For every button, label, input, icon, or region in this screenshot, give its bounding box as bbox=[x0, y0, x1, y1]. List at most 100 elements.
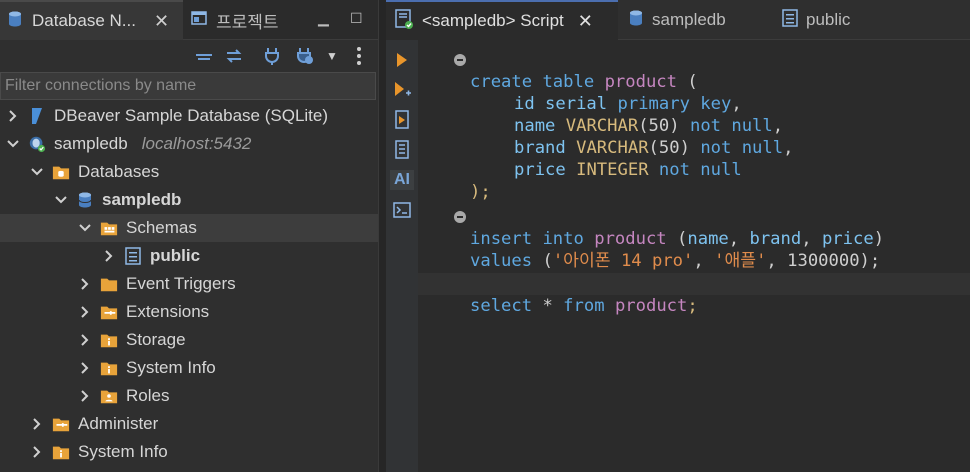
tree-item-label: Administer bbox=[78, 414, 159, 433]
tree-item-sampledb-database[interactable]: sampledb bbox=[54, 186, 181, 214]
chevron-down-icon[interactable] bbox=[54, 193, 68, 207]
execute-new-tab-icon[interactable] bbox=[392, 80, 412, 100]
sql-editor: <sampledb> Script ✕ sampledb public AI c… bbox=[386, 0, 970, 472]
sqlite-icon bbox=[28, 107, 46, 125]
tab-label: 프로젝트 bbox=[216, 12, 279, 32]
tab-sampledb[interactable]: sampledb bbox=[624, 0, 726, 40]
chevron-right-icon[interactable] bbox=[78, 361, 92, 375]
folder-database-icon bbox=[52, 163, 70, 181]
terminal-icon[interactable] bbox=[392, 200, 412, 220]
connection-host: localhost:5432 bbox=[141, 134, 252, 153]
folder-icon bbox=[100, 275, 118, 293]
tree-item-label: Storage bbox=[126, 330, 186, 349]
code-line-5: price INTEGER not null bbox=[514, 160, 742, 180]
editor-action-strip: AI bbox=[386, 40, 418, 472]
tree-item-label: Roles bbox=[126, 386, 170, 405]
folder-user-icon bbox=[100, 387, 118, 405]
database-icon bbox=[76, 191, 94, 209]
code-line-4: brand VARCHAR(50) not null, bbox=[514, 138, 794, 158]
folder-tools-icon bbox=[52, 415, 70, 433]
tree-item-label: DBeaver Sample Database (SQLite) bbox=[54, 106, 329, 125]
connect-icon[interactable] bbox=[262, 46, 284, 66]
database-navigator-panel: Database N... ✕ 프로젝트 ▁ ☐ ▼ Filter connec bbox=[0, 0, 378, 472]
link-editor-icon[interactable] bbox=[224, 46, 244, 66]
execute-statement-icon[interactable] bbox=[392, 50, 412, 70]
code-line-3: name VARCHAR(50) not null, bbox=[514, 116, 784, 136]
tree-item-system-info[interactable]: System Info bbox=[78, 354, 216, 382]
tree-item-sqlite-sample[interactable]: DBeaver Sample Database (SQLite) bbox=[6, 102, 328, 130]
folder-extension-icon bbox=[100, 303, 118, 321]
code-line-1: create table product ( bbox=[418, 49, 970, 92]
tree-item-sampledb-connection[interactable]: sampledb localhost:5432 bbox=[6, 130, 251, 158]
panel-splitter[interactable] bbox=[378, 0, 386, 472]
chevron-right-icon[interactable] bbox=[30, 445, 44, 459]
chevron-right-icon[interactable] bbox=[6, 109, 20, 123]
fold-toggle-icon[interactable] bbox=[454, 211, 466, 223]
editor-tab-bar: <sampledb> Script ✕ sampledb public bbox=[386, 0, 970, 40]
chevron-down-icon[interactable] bbox=[78, 221, 92, 235]
chevron-right-icon[interactable] bbox=[78, 277, 92, 291]
code-line-6: ); bbox=[470, 182, 491, 202]
chevron-right-icon[interactable] bbox=[102, 249, 116, 263]
more-options-icon[interactable] bbox=[356, 46, 362, 66]
minimize-icon[interactable]: ▁ bbox=[318, 10, 329, 27]
maximize-icon[interactable]: ☐ bbox=[350, 10, 363, 27]
schema-icon bbox=[782, 8, 798, 32]
tree-item-label: Event Triggers bbox=[126, 274, 236, 293]
chevron-right-icon[interactable] bbox=[30, 417, 44, 431]
postgresql-icon bbox=[28, 135, 46, 153]
chevron-right-icon[interactable] bbox=[78, 333, 92, 347]
dropdown-arrow-icon[interactable]: ▼ bbox=[326, 46, 338, 66]
tab-public[interactable]: public bbox=[778, 0, 850, 40]
code-editor[interactable]: create table product ( id serial primary… bbox=[418, 40, 970, 472]
tree-item-system-info-connection[interactable]: System Info bbox=[30, 438, 168, 466]
tree-item-label: public bbox=[150, 246, 201, 265]
tab-label: <sampledb> Script bbox=[422, 11, 564, 30]
chevron-down-icon[interactable] bbox=[30, 165, 44, 179]
close-icon[interactable]: ✕ bbox=[578, 11, 593, 32]
chevron-down-icon[interactable] bbox=[6, 137, 20, 151]
folder-info-icon bbox=[52, 443, 70, 461]
folder-info-icon bbox=[100, 331, 118, 349]
tab-project[interactable]: 프로젝트 bbox=[186, 0, 306, 40]
tree-item-label: Databases bbox=[78, 162, 160, 181]
tree-item-databases[interactable]: Databases bbox=[30, 158, 159, 186]
code-line-9: values ('아이폰 14 pro', '애플', 1300000); bbox=[470, 251, 881, 271]
tree-item-administer[interactable]: Administer bbox=[30, 410, 158, 438]
fold-toggle-icon[interactable] bbox=[454, 54, 466, 66]
tree-item-label: sampledb bbox=[102, 190, 182, 209]
chevron-right-icon[interactable] bbox=[78, 389, 92, 403]
navigator-toolbar: ▼ bbox=[0, 40, 378, 72]
close-icon[interactable]: ✕ bbox=[154, 11, 169, 32]
tree-item-label: sampledb bbox=[54, 134, 128, 153]
tab-sql-script[interactable]: <sampledb> Script ✕ bbox=[386, 0, 618, 40]
chevron-right-icon[interactable] bbox=[78, 305, 92, 319]
ai-assistant-button[interactable]: AI bbox=[390, 170, 414, 190]
folder-schema-icon bbox=[100, 219, 118, 237]
execute-script-icon[interactable] bbox=[392, 110, 412, 130]
tree-item-schemas[interactable]: Schemas bbox=[0, 214, 378, 242]
tab-label: public bbox=[806, 10, 851, 29]
tab-label: sampledb bbox=[652, 10, 726, 29]
tree-item-extensions[interactable]: Extensions bbox=[78, 298, 209, 326]
tree-item-public[interactable]: public bbox=[102, 242, 200, 270]
tree-item-label: Extensions bbox=[126, 302, 210, 321]
collapse-all-icon[interactable] bbox=[194, 46, 214, 66]
folder-info-icon bbox=[100, 359, 118, 377]
tree-item-roles[interactable]: Roles bbox=[78, 382, 169, 410]
tab-database-navigator[interactable]: Database N... ✕ bbox=[0, 0, 183, 40]
database-icon bbox=[628, 9, 644, 32]
tree-item-label: System Info bbox=[126, 358, 216, 377]
tab-label: Database N... bbox=[32, 11, 136, 30]
code-line-2: id serial primary key, bbox=[514, 94, 742, 114]
schema-icon bbox=[124, 247, 142, 265]
tree-item-storage[interactable]: Storage bbox=[78, 326, 186, 354]
connection-filter-input[interactable]: Filter connections by name bbox=[0, 72, 376, 100]
left-tab-bar: Database N... ✕ 프로젝트 ▁ ☐ bbox=[0, 0, 378, 40]
project-icon bbox=[190, 9, 208, 32]
tree-item-event-triggers[interactable]: Event Triggers bbox=[78, 270, 236, 298]
new-connection-icon[interactable] bbox=[294, 46, 316, 66]
database-icon bbox=[6, 10, 24, 33]
sql-script-icon bbox=[394, 8, 414, 35]
explain-plan-icon[interactable] bbox=[392, 140, 412, 160]
